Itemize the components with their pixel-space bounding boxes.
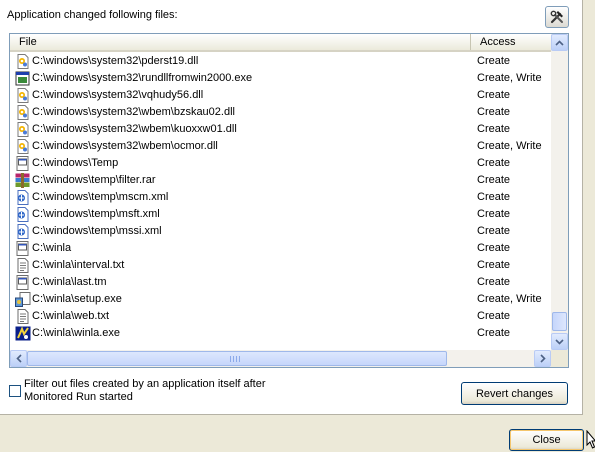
- folder-file-icon: [15, 275, 31, 290]
- file-path: C:\windows\temp\filter.rar: [32, 174, 156, 186]
- file-row[interactable]: C:\windows\Temp Create: [10, 155, 551, 172]
- file-access: Create: [477, 259, 511, 271]
- file-access: Create, Write: [477, 293, 542, 305]
- file-access: Create: [477, 89, 511, 101]
- setup-exe-icon: [15, 292, 31, 307]
- dll-icon: [15, 139, 31, 154]
- file-row[interactable]: C:\winla\winla.exe Create: [10, 325, 551, 342]
- text-file-icon: [15, 309, 31, 324]
- list-header: File Access: [10, 34, 551, 52]
- xml-file-icon: [15, 207, 31, 222]
- file-row[interactable]: C:\windows\system32\rundllfromwin2000.ex…: [10, 70, 551, 87]
- file-path: C:\windows\system32\rundllfromwin2000.ex…: [32, 72, 253, 84]
- dll-icon: [15, 88, 31, 103]
- file-row[interactable]: C:\windows\system32\wbem\kuoxxw01.dll Cre…: [10, 121, 551, 138]
- scrollbar-corner: [551, 350, 568, 367]
- file-access: Create: [477, 55, 511, 67]
- file-path: C:\windows\Temp: [32, 157, 119, 169]
- list-rows: C:\windows\system32\pderst19.dll Create C:…: [10, 53, 551, 342]
- scroll-right-button[interactable]: [534, 350, 551, 367]
- dll-icon: [15, 54, 31, 69]
- filter-checkbox[interactable]: [9, 385, 21, 397]
- changed-files-panel: Application changed following files: Fil…: [0, 0, 583, 415]
- file-access: Create, Write: [477, 140, 542, 152]
- file-access: Create: [477, 327, 511, 339]
- chevron-left-icon: [15, 354, 22, 363]
- heading: Application changed following files:: [7, 9, 178, 21]
- file-row[interactable]: C:\windows\system32\wbem\bzskau02.dll Cre…: [10, 104, 551, 121]
- file-row[interactable]: C:\winla\web.txt Create: [10, 308, 551, 325]
- file-path: C:\windows\system32\wbem\ocmor.dll: [32, 140, 218, 152]
- file-path: C:\winla\interval.txt: [32, 259, 125, 271]
- file-row[interactable]: C:\windows\temp\msft.xml Create: [10, 206, 551, 223]
- file-path: C:\winla\winla.exe: [32, 327, 121, 339]
- dll-icon: [15, 122, 31, 137]
- column-header-access[interactable]: Access: [472, 34, 515, 50]
- filter-checkbox-label[interactable]: Filter out files created by an applicati…: [24, 378, 294, 404]
- tools-button[interactable]: [545, 6, 569, 28]
- file-row[interactable]: C:\windows\system32\wbem\ocmor.dll Create…: [10, 138, 551, 155]
- file-access: Create: [477, 157, 511, 169]
- file-row[interactable]: C:\winla\interval.txt Create: [10, 257, 551, 274]
- chevron-right-icon: [539, 354, 546, 363]
- file-row[interactable]: C:\windows\temp\mssi.xml Create: [10, 223, 551, 240]
- file-access: Create: [477, 123, 511, 135]
- close-button[interactable]: Close: [509, 429, 584, 451]
- scroll-up-button[interactable]: [551, 34, 568, 51]
- text-file-icon: [15, 258, 31, 273]
- xml-file-icon: [15, 190, 31, 205]
- file-path: C:\windows\system32\wbem\bzskau02.dll: [32, 106, 235, 118]
- scroll-grip: [230, 356, 242, 362]
- file-path: C:\windows\system32\wbem\kuoxxw01.dll: [32, 123, 237, 135]
- hammer-wrench-icon: [550, 10, 563, 24]
- horizontal-scrollbar[interactable]: [10, 350, 551, 367]
- file-row[interactable]: C:\windows\system32\pderst19.dll Create: [10, 53, 551, 70]
- vertical-scroll-thumb[interactable]: [552, 312, 567, 331]
- scroll-down-button[interactable]: [551, 333, 568, 350]
- revert-changes-button[interactable]: Revert changes: [461, 382, 568, 405]
- dll-icon: [15, 105, 31, 120]
- file-access: Create: [477, 106, 511, 118]
- file-access: Create: [477, 310, 511, 322]
- file-row[interactable]: C:\winla\setup.exe Create, Write: [10, 291, 551, 308]
- file-path: C:\windows\temp\mscm.xml: [32, 191, 169, 203]
- file-row[interactable]: C:\winla Create: [10, 240, 551, 257]
- exe-icon: [15, 71, 31, 86]
- file-path: C:\winla: [32, 242, 72, 254]
- file-access: Create: [477, 191, 511, 203]
- folder-file-icon: [15, 241, 31, 256]
- file-path: C:\winla\setup.exe: [32, 293, 122, 305]
- file-path: C:\winla\last.tm: [32, 276, 107, 288]
- file-path: C:\windows\temp\msft.xml: [32, 208, 160, 220]
- file-access: Create: [477, 276, 511, 288]
- chevron-down-icon: [555, 338, 564, 345]
- chevron-up-icon: [555, 39, 564, 46]
- horizontal-scroll-thumb[interactable]: [27, 351, 447, 366]
- file-path: C:\windows\system32\vqhudy56.dll: [32, 89, 204, 101]
- file-access: Create: [477, 225, 511, 237]
- file-access: Create, Write: [477, 72, 542, 84]
- app-exe-icon: [15, 326, 31, 341]
- scroll-left-button[interactable]: [10, 350, 27, 367]
- rar-archive-icon: [15, 173, 31, 188]
- file-row[interactable]: C:\windows\temp\filter.rar Create: [10, 172, 551, 189]
- file-row[interactable]: C:\windows\temp\mscm.xml Create: [10, 189, 551, 206]
- file-access: Create: [477, 242, 511, 254]
- file-row[interactable]: C:\windows\system32\vqhudy56.dll Create: [10, 87, 551, 104]
- column-header-file[interactable]: File: [10, 34, 471, 50]
- file-row[interactable]: C:\winla\last.tm Create: [10, 274, 551, 291]
- file-access: Create: [477, 208, 511, 220]
- changed-files-list[interactable]: File Access C:\windows\system32\pderst19…: [9, 33, 569, 368]
- xml-file-icon: [15, 224, 31, 239]
- file-path: C:\windows\temp\mssi.xml: [32, 225, 162, 237]
- file-access: Create: [477, 174, 511, 186]
- vertical-scrollbar[interactable]: [551, 34, 568, 350]
- folder-file-icon: [15, 156, 31, 171]
- file-path: C:\windows\system32\pderst19.dll: [32, 55, 199, 67]
- mouse-cursor-icon: [586, 430, 595, 449]
- file-path: C:\winla\web.txt: [32, 310, 110, 322]
